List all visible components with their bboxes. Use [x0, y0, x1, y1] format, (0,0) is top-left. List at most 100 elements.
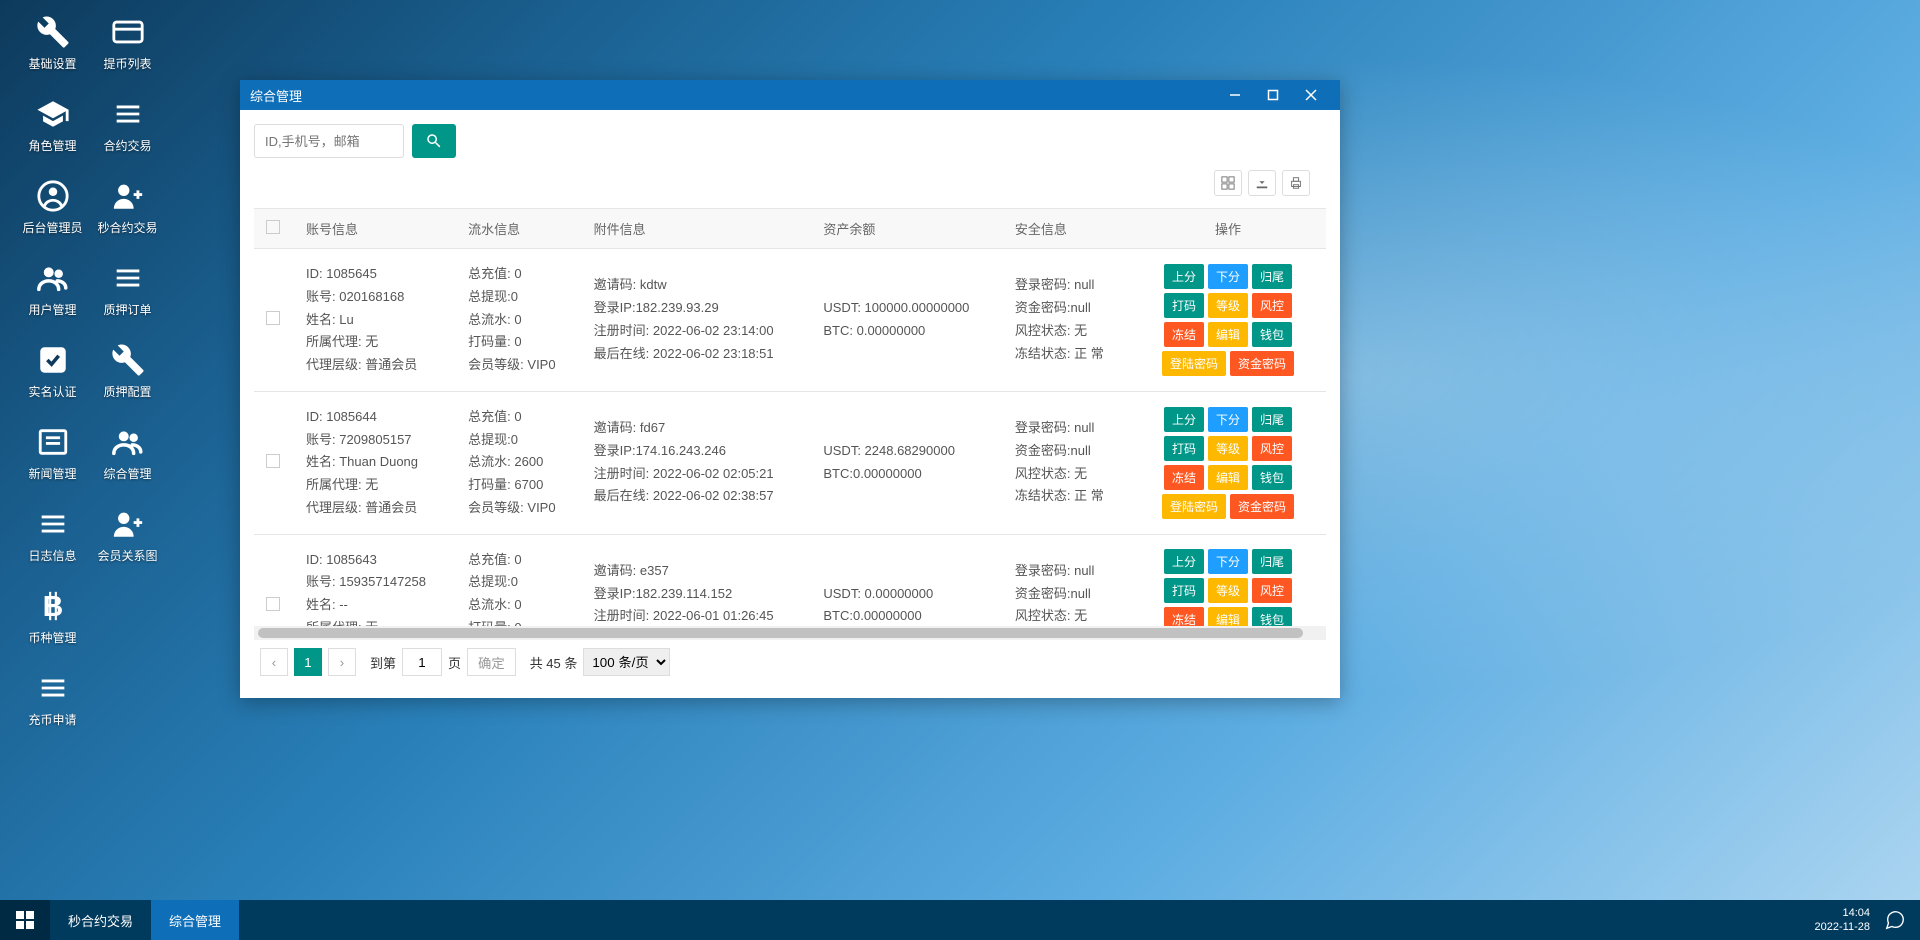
op-上分[interactable]: 上分: [1164, 549, 1204, 574]
check-icon: [36, 343, 70, 377]
op-登陆密码[interactable]: 登陆密码: [1162, 351, 1226, 376]
user-circle-icon: [36, 179, 70, 213]
op-下分[interactable]: 下分: [1208, 549, 1248, 574]
search-input[interactable]: [254, 124, 404, 158]
desktop-icon-label: 提币列表: [103, 55, 151, 72]
horizontal-scrollbar[interactable]: [254, 626, 1326, 640]
desktop-icon-label: 日志信息: [28, 547, 76, 564]
op-登陆密码[interactable]: 登陆密码: [1162, 494, 1226, 519]
desktop-icon-质押配置[interactable]: 质押配置: [90, 343, 165, 400]
task-item-综合管理[interactable]: 综合管理: [151, 900, 239, 940]
goto-confirm[interactable]: 确定: [467, 648, 516, 676]
page-next[interactable]: ›: [328, 648, 356, 676]
desktop-icon-币种管理[interactable]: B币种管理: [15, 589, 90, 646]
wrench-icon: [111, 343, 145, 377]
desktop-icon-实名认证[interactable]: 实名认证: [15, 343, 90, 400]
desktop-icon-label: 会员关系图: [97, 547, 157, 564]
col-ops: 操作: [1130, 209, 1326, 249]
chat-icon[interactable]: [1884, 909, 1906, 931]
op-风控[interactable]: 风控: [1252, 578, 1292, 603]
window-comprehensive: 综合管理 账号信息 流水信息 附件信息 资产余额: [240, 80, 1340, 698]
taskbar-right: 14:04 2022-11-28: [1815, 906, 1920, 935]
desktop-icon-质押订单[interactable]: 质押订单: [90, 261, 165, 318]
op-打码[interactable]: 打码: [1164, 578, 1204, 603]
window-content: 账号信息 流水信息 附件信息 资产余额 安全信息 操作 ID: 1085645账…: [240, 110, 1340, 698]
op-编辑[interactable]: 编辑: [1208, 465, 1248, 490]
op-钱包[interactable]: 钱包: [1252, 607, 1292, 626]
op-归尾[interactable]: 归尾: [1252, 407, 1292, 432]
op-下分[interactable]: 下分: [1208, 407, 1248, 432]
op-等级[interactable]: 等级: [1208, 293, 1248, 318]
desktop-icon-后台管理员[interactable]: 后台管理员: [15, 179, 90, 236]
close-button[interactable]: [1292, 80, 1330, 110]
task-item-秒合约交易[interactable]: 秒合约交易: [50, 900, 151, 940]
desktop-icon-新闻管理[interactable]: 新闻管理: [15, 425, 90, 482]
columns-icon[interactable]: [1214, 170, 1242, 196]
op-资金密码[interactable]: 资金密码: [1230, 351, 1294, 376]
op-风控[interactable]: 风控: [1252, 293, 1292, 318]
op-下分[interactable]: 下分: [1208, 264, 1248, 289]
taskbar: 秒合约交易综合管理 14:04 2022-11-28: [0, 900, 1920, 940]
desktop-icon-基础设置[interactable]: 基础设置: [15, 15, 90, 72]
op-打码[interactable]: 打码: [1164, 293, 1204, 318]
op-风控[interactable]: 风控: [1252, 436, 1292, 461]
table-wrapper[interactable]: 账号信息 流水信息 附件信息 资产余额 安全信息 操作 ID: 1085645账…: [254, 208, 1326, 626]
op-等级[interactable]: 等级: [1208, 436, 1248, 461]
minimize-button[interactable]: [1216, 80, 1254, 110]
op-归尾[interactable]: 归尾: [1252, 264, 1292, 289]
btc-icon: B: [36, 589, 70, 623]
table-row: ID: 1085643账号: 159357147258姓名: --所属代理: 无…: [254, 534, 1326, 626]
start-button[interactable]: [0, 900, 50, 940]
op-编辑[interactable]: 编辑: [1208, 607, 1248, 626]
desktop-icon-用户管理[interactable]: 用户管理: [15, 261, 90, 318]
op-打码[interactable]: 打码: [1164, 436, 1204, 461]
op-钱包[interactable]: 钱包: [1252, 322, 1292, 347]
wrench-icon: [36, 15, 70, 49]
desktop-icon-label: 合约交易: [103, 137, 151, 154]
desktop-icon-充币申请[interactable]: 充币申请: [15, 671, 90, 728]
row-checkbox[interactable]: [266, 311, 280, 325]
per-page-select[interactable]: 100 条/页: [583, 648, 670, 676]
clock-time: 14:04: [1815, 906, 1870, 920]
table-row: ID: 1085645账号: 020168168姓名: Lu所属代理: 无代理层…: [254, 249, 1326, 392]
goto-input[interactable]: [402, 648, 442, 676]
page-prev[interactable]: ‹: [260, 648, 288, 676]
row-checkbox[interactable]: [266, 454, 280, 468]
op-等级[interactable]: 等级: [1208, 578, 1248, 603]
desktop-icon-角色管理[interactable]: 角色管理: [15, 97, 90, 154]
titlebar[interactable]: 综合管理: [240, 80, 1340, 110]
page-current[interactable]: 1: [294, 648, 322, 676]
desktop-icon-label: 新闻管理: [28, 465, 76, 482]
users-icon: [111, 425, 145, 459]
op-冻结[interactable]: 冻结: [1164, 607, 1204, 626]
row-checkbox[interactable]: [266, 597, 280, 611]
op-冻结[interactable]: 冻结: [1164, 322, 1204, 347]
export-icon[interactable]: [1248, 170, 1276, 196]
maximize-button[interactable]: [1254, 80, 1292, 110]
search-button[interactable]: [412, 124, 456, 158]
grad-icon: [36, 97, 70, 131]
desktop-icon-label: 秒合约交易: [97, 219, 157, 236]
print-icon[interactable]: [1282, 170, 1310, 196]
op-编辑[interactable]: 编辑: [1208, 322, 1248, 347]
desktop-icon-label: 综合管理: [103, 465, 151, 482]
desktop-icon-提币列表[interactable]: 提币列表: [90, 15, 165, 72]
op-钱包[interactable]: 钱包: [1252, 465, 1292, 490]
col-asset: 资产余额: [811, 209, 1003, 249]
op-上分[interactable]: 上分: [1164, 264, 1204, 289]
desktop-icon-label: 质押订单: [103, 301, 151, 318]
col-flow: 流水信息: [456, 209, 582, 249]
users-icon: [36, 261, 70, 295]
desktop-icon-日志信息[interactable]: 日志信息: [15, 507, 90, 564]
desktop-icon-会员关系图[interactable]: 会员关系图: [90, 507, 165, 564]
op-归尾[interactable]: 归尾: [1252, 549, 1292, 574]
desktop-icon-秒合约交易[interactable]: 秒合约交易: [90, 179, 165, 236]
select-all-checkbox[interactable]: [266, 220, 280, 234]
data-table: 账号信息 流水信息 附件信息 资产余额 安全信息 操作 ID: 1085645账…: [254, 209, 1326, 626]
desktop-icon-综合管理[interactable]: 综合管理: [90, 425, 165, 482]
op-冻结[interactable]: 冻结: [1164, 465, 1204, 490]
desktop-icon-合约交易[interactable]: 合约交易: [90, 97, 165, 154]
op-上分[interactable]: 上分: [1164, 407, 1204, 432]
table-row: ID: 1085644账号: 7209805157姓名: Thuan Duong…: [254, 391, 1326, 534]
op-资金密码[interactable]: 资金密码: [1230, 494, 1294, 519]
